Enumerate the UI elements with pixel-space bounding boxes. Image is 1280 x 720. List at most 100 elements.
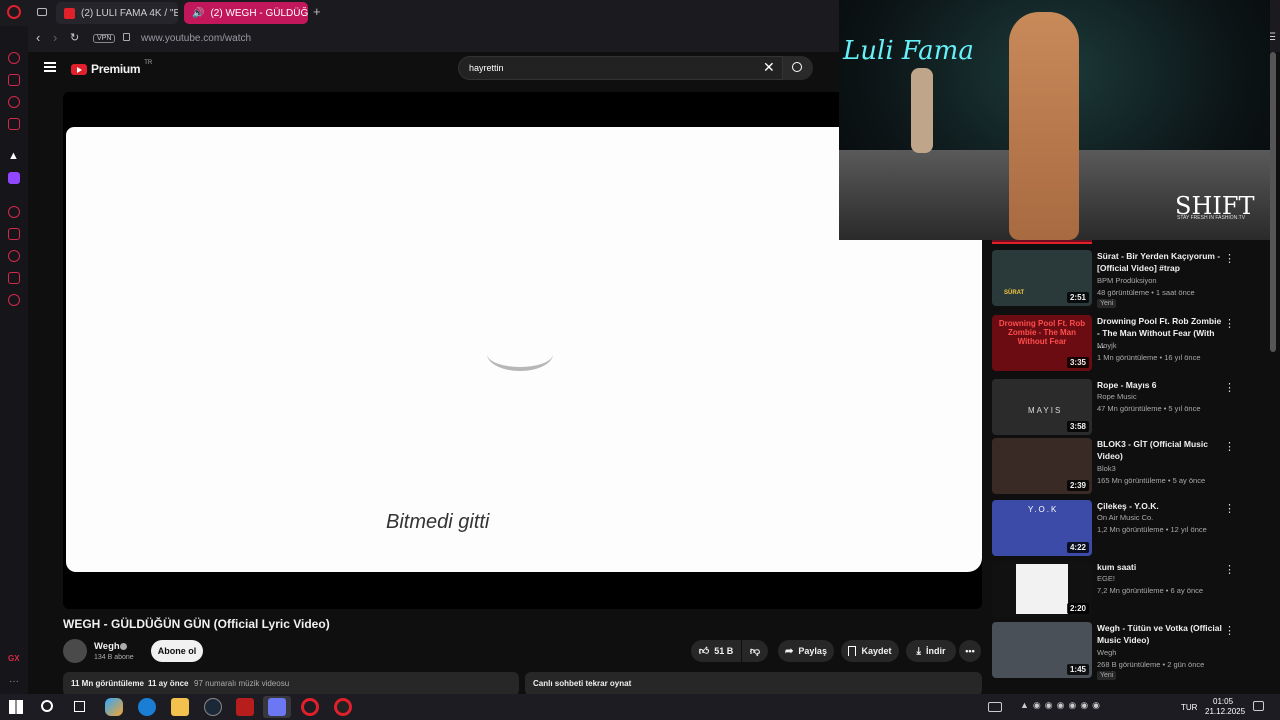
forward-icon[interactable]: › — [53, 30, 57, 45]
keyboard-icon[interactable] — [988, 702, 1002, 712]
edge-icon[interactable] — [138, 698, 156, 716]
rec-thumbnail[interactable]: SÜRAT 2:51 — [992, 250, 1092, 306]
clock-date[interactable]: 21.12.2025 — [1205, 707, 1245, 716]
subscribe-button[interactable]: Abone ol — [151, 640, 203, 662]
music-icon[interactable]: ▲ — [8, 150, 19, 162]
tab-luli-fama[interactable]: (2) LULI FAMA 4K / "Elect — [56, 2, 178, 24]
chat-replay-box[interactable]: Canlı sohbeti tekrar oynat — [525, 672, 982, 694]
rec-item[interactable]: 2:20 kum saati EGE! 7,2 Mn görüntüleme •… — [992, 561, 1242, 619]
twitch-icon[interactable] — [8, 172, 20, 184]
task-view-icon[interactable] — [74, 701, 85, 712]
opera-menu-icon[interactable] — [7, 5, 21, 19]
rec-thumbnail[interactable]: Y.O.K 4:22 — [992, 500, 1092, 556]
download-button[interactable]: ⤓ İndir — [906, 640, 956, 662]
steam-icon[interactable] — [204, 698, 222, 716]
rec-thumbnail[interactable]: MAYIS 3:58 — [992, 379, 1092, 435]
save-button[interactable]: Kaydet — [841, 640, 899, 662]
logo-badge: TR — [144, 60, 153, 66]
rec-item[interactable]: Y.O.K 4:22 Çilekeş - Y.O.K. On Air Music… — [992, 500, 1242, 558]
rec-title: Sürat - Bir Yerden Kaçıyorum - [Official… — [1097, 251, 1221, 273]
search-button[interactable] — [783, 56, 813, 80]
rec-thumbnail[interactable]: 1:45 — [992, 622, 1092, 678]
tab-switcher-icon[interactable] — [37, 8, 47, 16]
youtube-logo[interactable]: Premium TR — [71, 60, 153, 76]
rec-channel: Moyjk — [1097, 341, 1117, 350]
opera-icon[interactable] — [301, 698, 319, 716]
thumb-text: Drowning Pool Ft. Rob Zombie - The Man W… — [998, 319, 1086, 346]
rec-channel: Rope Music — [1097, 392, 1137, 401]
rec-more-icon[interactable]: ⋮ — [1224, 502, 1235, 515]
rec-item[interactable]: Drowning Pool Ft. Rob Zombie - The Man W… — [992, 315, 1242, 373]
hourglass-image — [1016, 564, 1068, 614]
page-scrollbar[interactable] — [1270, 52, 1276, 352]
new-tab-button[interactable]: + — [313, 4, 321, 19]
aria-icon[interactable] — [8, 52, 20, 64]
back-icon[interactable]: ‹ — [36, 30, 40, 45]
more-actions-button[interactable]: ••• — [959, 640, 981, 662]
rec-more-icon[interactable]: ⋮ — [1224, 624, 1235, 637]
share-label: Paylaş — [798, 646, 827, 656]
pinboard-icon[interactable] — [8, 272, 20, 284]
rec-more-icon[interactable]: ⋮ — [1224, 252, 1235, 265]
rec-thumbnail[interactable]: 2:20 — [992, 561, 1092, 617]
download-icon: ⤓ — [916, 645, 921, 657]
whatsapp-icon[interactable] — [8, 96, 20, 108]
windows-start-icon[interactable] — [9, 700, 23, 714]
pip-video-window[interactable]: Luli Fama SHIFT STAY FRESH IN FASHION.TV — [839, 0, 1270, 240]
more-horizontal-icon: ••• — [965, 646, 975, 656]
player-icon[interactable] — [8, 206, 20, 218]
opera-gx-icon[interactable] — [334, 698, 352, 716]
search-box[interactable]: hayrettin ✕ — [458, 56, 783, 80]
search-icon — [792, 62, 802, 72]
tab-wegh[interactable]: 🔊 (2) WEGH - GÜLDÜĞ — [184, 2, 308, 24]
channel-name[interactable]: Wegh — [94, 641, 120, 652]
rec-more-icon[interactable]: ⋮ — [1224, 563, 1235, 576]
tray-icons[interactable]: ▲◉◉◉◉◉◉ — [1020, 700, 1104, 711]
dislike-button[interactable]: 👎︎ — [742, 640, 768, 662]
rec-item[interactable]: MAYIS 3:58 Rope - Mayıs 6 Rope Music 47 … — [992, 379, 1242, 437]
reload-icon[interactable]: ↻ — [70, 31, 79, 44]
search-icon[interactable] — [41, 700, 53, 712]
bag-icon[interactable] — [8, 74, 20, 86]
rec-item[interactable]: 2:39 BLOK3 - GİT (Official Music Video) … — [992, 438, 1242, 496]
clear-search-icon[interactable]: ✕ — [763, 59, 775, 76]
rec-channel: Wegh — [1097, 648, 1117, 657]
clock-time[interactable]: 01:05 — [1213, 697, 1233, 706]
settings-icon[interactable] — [8, 294, 20, 306]
pip-overlay-text: Luli Fama — [843, 36, 974, 66]
rec-more-icon[interactable]: ⋮ — [1224, 381, 1235, 394]
gx-icon[interactable]: GX — [8, 654, 20, 663]
channel-avatar[interactable] — [63, 639, 87, 663]
windows-taskbar: ▲◉◉◉◉◉◉ TUR 01:05 21.12.2025 — [0, 694, 1280, 720]
language-indicator[interactable]: TUR — [1181, 703, 1197, 712]
search-input[interactable]: hayrettin — [469, 63, 504, 73]
lyric-text: Bitmedi gitti — [386, 511, 490, 533]
tab-title: (2) WEGH - GÜLDÜĞ — [210, 7, 308, 19]
vpn-badge[interactable]: VPN — [93, 34, 116, 43]
rec-more-icon[interactable]: ⋮ — [1224, 317, 1235, 330]
logo-text: Premium — [91, 62, 141, 76]
rec-item[interactable]: 1:45 Wegh - Tütün ve Votka (Official Mus… — [992, 622, 1242, 680]
rec-thumbnail[interactable]: Drowning Pool Ft. Rob Zombie - The Man W… — [992, 315, 1092, 371]
url-field[interactable]: www.youtube.com/watch — [141, 33, 251, 44]
speaker-icon[interactable]: 🔊 — [192, 8, 204, 19]
file-explorer-icon[interactable] — [171, 698, 189, 716]
rec-item[interactable]: SÜRAT 2:51 Sürat - Bir Yerden Kaçıyorum … — [992, 250, 1242, 308]
rec-more-icon[interactable]: ⋮ — [1224, 440, 1235, 453]
like-button[interactable]: 👍︎ 51 B — [691, 640, 741, 662]
description-box[interactable]: 11 Mn görüntüleme 11 ay önce 97 numaralı… — [63, 672, 519, 694]
share-button[interactable]: ➦ Paylaş — [778, 640, 834, 662]
rec-duration: 1:45 — [1066, 664, 1089, 675]
bookmark-icon[interactable] — [8, 228, 20, 240]
save-icon — [848, 646, 857, 656]
history-icon[interactable] — [8, 250, 20, 262]
rec-thumbnail[interactable]: 2:39 — [992, 438, 1092, 494]
hamburger-menu-icon[interactable] — [44, 62, 56, 72]
copilot-icon[interactable] — [105, 698, 123, 716]
rec-meta: 7,2 Mn görüntüleme • 6 ay önce — [1097, 586, 1204, 595]
app-icon[interactable] — [236, 698, 254, 716]
more-icon[interactable]: ··· — [9, 676, 19, 687]
notification-icon[interactable] — [1253, 701, 1264, 711]
messenger-icon[interactable] — [8, 118, 20, 130]
rec-duration: 3:35 — [1066, 357, 1089, 368]
